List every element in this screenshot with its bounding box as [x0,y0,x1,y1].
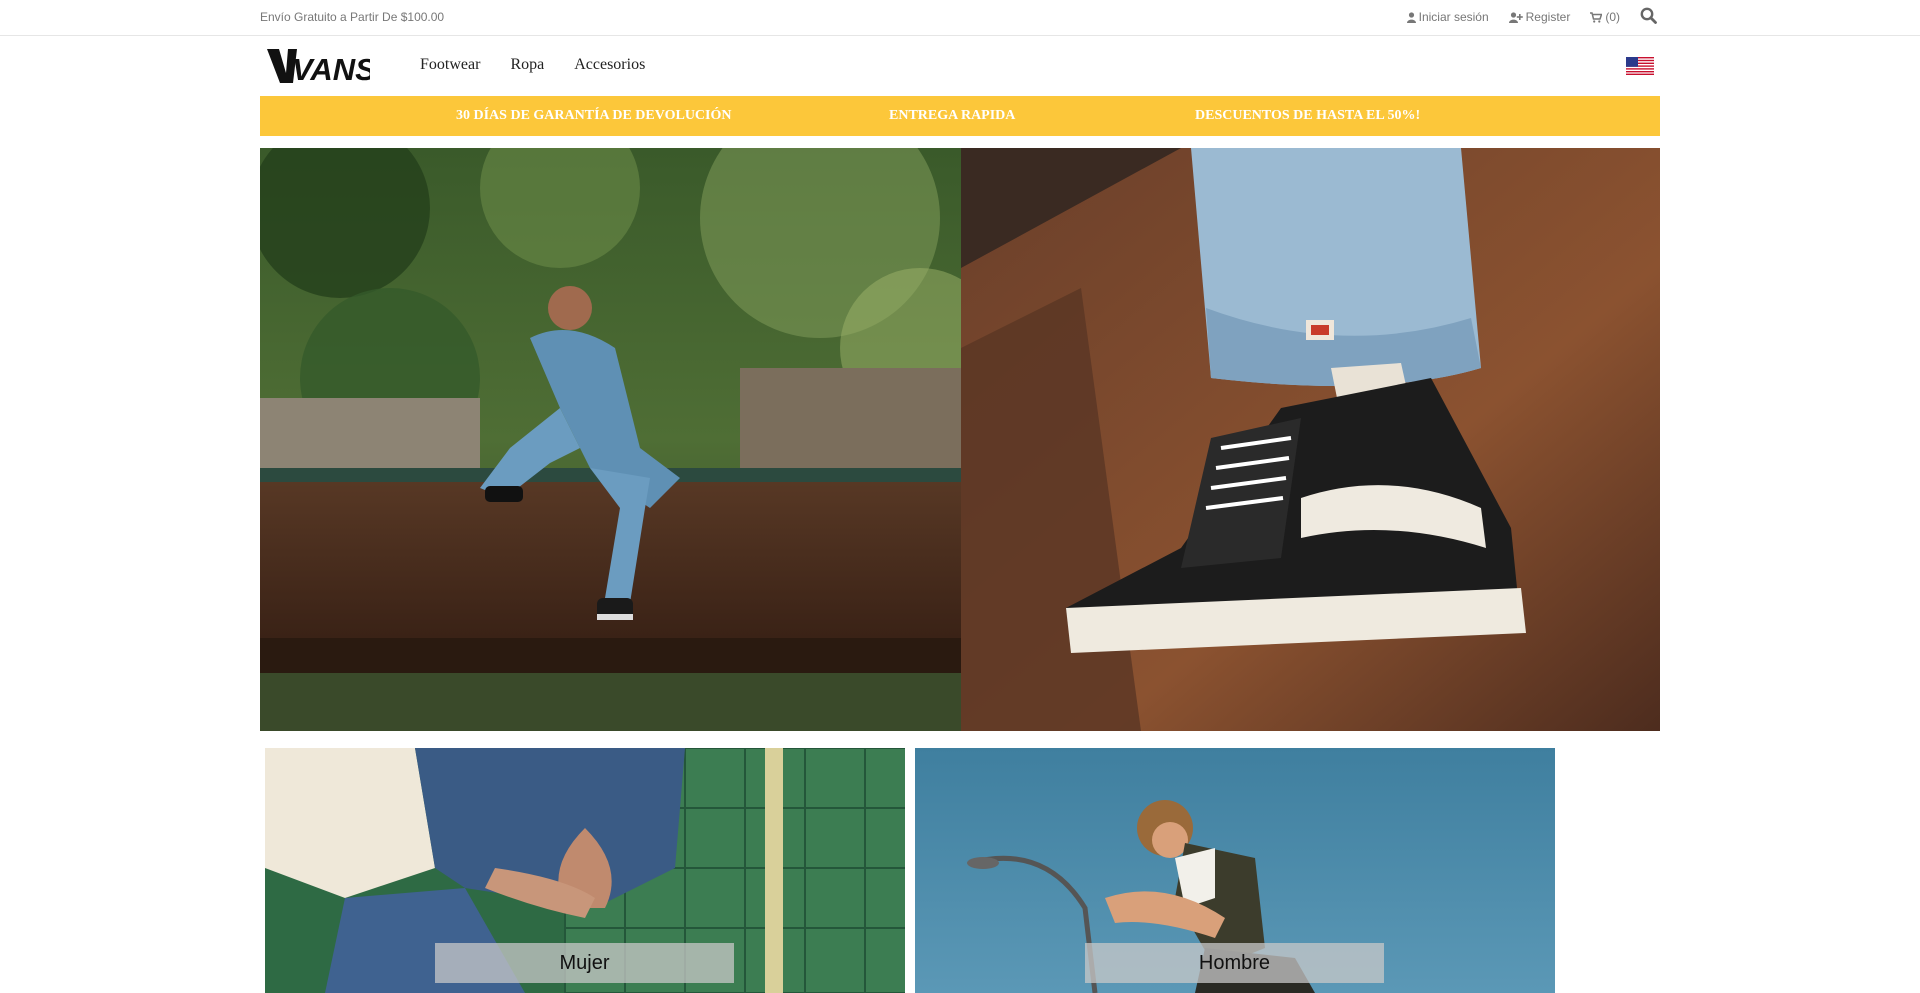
free-shipping-promo: Envío Gratuito a Partir De $100.00 [260,10,445,24]
hero-left-photo [260,148,961,731]
cart-count: (0) [1605,10,1620,24]
category-tile-hombre[interactable]: Hombre [915,748,1555,993]
primary-menu: Footwear Ropa Accesorios [420,56,675,74]
hero-banner-right[interactable] [961,148,1660,731]
vans-logo[interactable]: VANS [267,47,370,85]
user-icon [1406,11,1416,23]
cart-link[interactable]: (0) [1590,10,1620,24]
logo-text: VANS [292,52,370,85]
menu-item-footwear[interactable]: Footwear [420,56,480,74]
category-label-mujer: Mujer [435,943,734,983]
top-utility-bar: Envío Gratuito a Partir De $100.00 Inici… [0,0,1920,36]
account-links: Iniciar sesión Register (0) [1387,7,1660,27]
hero-right-photo [961,148,1660,731]
user-plus-icon [1508,11,1523,23]
benefit-discounts: DESCUENTOS DE HASTA EL 50%! [1195,108,1421,123]
category-label-hombre: Hombre [1085,943,1384,983]
register-label: Register [1525,10,1571,24]
search-icon [1640,7,1657,24]
menu-item-accesorios[interactable]: Accesorios [574,56,645,74]
search-button[interactable] [1640,7,1657,27]
hero-banner-left[interactable] [260,148,961,731]
cart-icon [1590,11,1603,23]
register-link[interactable]: Register [1508,10,1571,24]
top-utility-inner: Envío Gratuito a Partir De $100.00 Inici… [260,0,1660,36]
benefits-bar: 30 DÍAS DE GARANTÍA DE DEVOLUCIÓN ENTREG… [260,96,1660,136]
main-navigation: VANS Footwear Ropa Accesorios [260,37,1660,96]
benefit-returns: 30 DÍAS DE GARANTÍA DE DEVOLUCIÓN [456,108,732,123]
us-flag-icon[interactable] [1626,57,1654,75]
login-label: Iniciar sesión [1418,10,1489,24]
benefit-fast-delivery: ENTREGA RAPIDA [889,108,1016,123]
category-tile-mujer[interactable]: Mujer [265,748,905,993]
menu-item-ropa[interactable]: Ropa [510,56,544,74]
login-link[interactable]: Iniciar sesión [1406,10,1489,24]
